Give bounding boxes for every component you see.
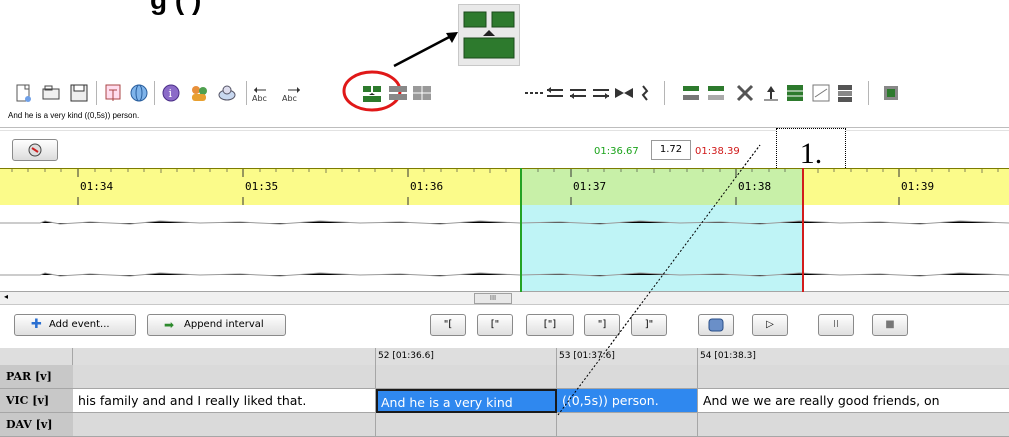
navigate-button[interactable] (12, 139, 58, 161)
tier-header-corner (0, 348, 73, 365)
scrollbar-thumb[interactable]: III (474, 293, 512, 304)
save-icon[interactable] (68, 82, 90, 104)
column-header[interactable]: 52 [01:36.6] (376, 348, 557, 365)
globe-icon[interactable] (128, 82, 150, 104)
tier-label-par[interactable]: PAR [v] (0, 365, 73, 389)
timeline-tick-label: 01:36 (410, 180, 444, 193)
arrows-left-alt-icon[interactable] (567, 82, 589, 104)
tier-cell[interactable] (698, 365, 1009, 389)
pause-button[interactable]: II (818, 314, 854, 336)
loop-icon (708, 318, 724, 332)
arrows-left-icon[interactable] (544, 82, 566, 104)
table-grid-icon[interactable] (411, 82, 433, 104)
play-button[interactable]: ▷ (752, 314, 788, 336)
grid-icon[interactable] (387, 82, 409, 104)
add-event-label: Add event... (49, 319, 110, 330)
stack-icon[interactable] (834, 82, 856, 104)
play-after-end-button[interactable]: ]" (631, 314, 667, 336)
arrows-right-icon[interactable] (590, 82, 612, 104)
tier-cell[interactable] (557, 365, 698, 389)
play-before-end-button[interactable]: "] (584, 314, 620, 336)
play-from-start-button[interactable]: [" (477, 314, 513, 336)
remove-row-icon[interactable] (705, 82, 727, 104)
selected-event-cell[interactable]: ((0,5s)) person. (557, 389, 698, 413)
selected-event-cell[interactable]: And he is a very kind (376, 389, 557, 413)
selection-start-time: 01:36.67 (594, 146, 639, 157)
end-icon[interactable] (880, 82, 902, 104)
column-header[interactable]: 54 [01:38.3] (698, 348, 1009, 365)
scroll-left-icon[interactable]: ◂ (4, 292, 8, 301)
event-cell[interactable]: his family and and I really liked that. (73, 389, 376, 413)
plus-icon: ✚ (31, 317, 42, 332)
tier-cell[interactable] (73, 365, 376, 389)
timeline-ruler[interactable]: 01:34 01:35 01:36 01:37 01:38 01:39 (0, 168, 1009, 206)
selection-duration-field[interactable]: 1.72 (651, 140, 691, 160)
abc-join-icon[interactable]: Abc (282, 82, 304, 104)
toolbar: i Abc Abc (0, 76, 1009, 110)
compass-icon (28, 143, 42, 157)
event-cell[interactable]: And we we are really good friends, on (698, 389, 1009, 413)
table-icon[interactable] (784, 82, 806, 104)
tier-cell[interactable] (698, 413, 1009, 437)
info-icon[interactable]: i (160, 82, 182, 104)
selection-start-marker[interactable] (520, 168, 522, 292)
timeline-tick-label: 01:35 (245, 180, 279, 193)
svg-text:i: i (169, 87, 173, 100)
tier-cell[interactable] (73, 413, 376, 437)
play-to-start-button[interactable]: "[ (430, 314, 466, 336)
append-interval-label: Append interval (184, 319, 264, 330)
waveform-panel[interactable] (0, 205, 1009, 292)
chart-icon[interactable] (810, 82, 832, 104)
cross-icon[interactable] (734, 82, 756, 104)
merge-arrows-icon[interactable] (613, 82, 635, 104)
add-event-button[interactable]: ✚ Add event... (14, 314, 136, 336)
divider (0, 130, 1009, 131)
tier-label-dav[interactable]: DAV [v] (0, 413, 73, 437)
current-utterance-text: And he is a very kind ((0,5s)) person. (8, 111, 140, 120)
cursor-icon[interactable] (634, 82, 656, 104)
loop-button[interactable] (698, 314, 734, 336)
insert-row-icon[interactable] (680, 82, 702, 104)
append-arrow-icon: ➡ (164, 318, 175, 332)
search-icon[interactable] (216, 82, 238, 104)
tier-label-vic[interactable]: VIC [v] (0, 389, 73, 413)
merge-icon[interactable] (361, 82, 383, 104)
divider (0, 127, 1009, 128)
append-interval-button[interactable]: ➡ Append interval (147, 314, 286, 336)
column-header (73, 348, 376, 365)
selection-end-time: 01:38.39 (695, 146, 740, 157)
tier-table: 52 [01:36.6] 53 [01:37.6] 54 [01:38.3] P… (0, 348, 1009, 437)
up-arrow-icon[interactable] (760, 82, 782, 104)
selection-end-marker[interactable] (802, 168, 804, 292)
svg-text:Abc: Abc (252, 94, 267, 103)
new-document-icon[interactable] (12, 82, 34, 104)
open-folder-icon[interactable] (40, 82, 62, 104)
timeline-tick-label: 01:38 (738, 180, 772, 193)
stretch-icon[interactable] (523, 82, 545, 104)
tier-cell[interactable] (376, 365, 557, 389)
timeline-tick-label: 01:37 (573, 180, 607, 193)
timeline-tick-label: 01:34 (80, 180, 114, 193)
tier-cell[interactable] (376, 413, 557, 437)
column-header[interactable]: 53 [01:37.6] (557, 348, 698, 365)
tier-cell[interactable] (557, 413, 698, 437)
stop-button[interactable]: ■ (872, 314, 908, 336)
play-selection-button[interactable]: ["] (526, 314, 574, 336)
people-icon[interactable] (188, 82, 210, 104)
transcript-icon[interactable] (102, 82, 124, 104)
svg-text:Abc: Abc (282, 94, 297, 103)
abc-split-icon[interactable]: Abc (252, 82, 274, 104)
timeline-tick-label: 01:39 (901, 180, 935, 193)
